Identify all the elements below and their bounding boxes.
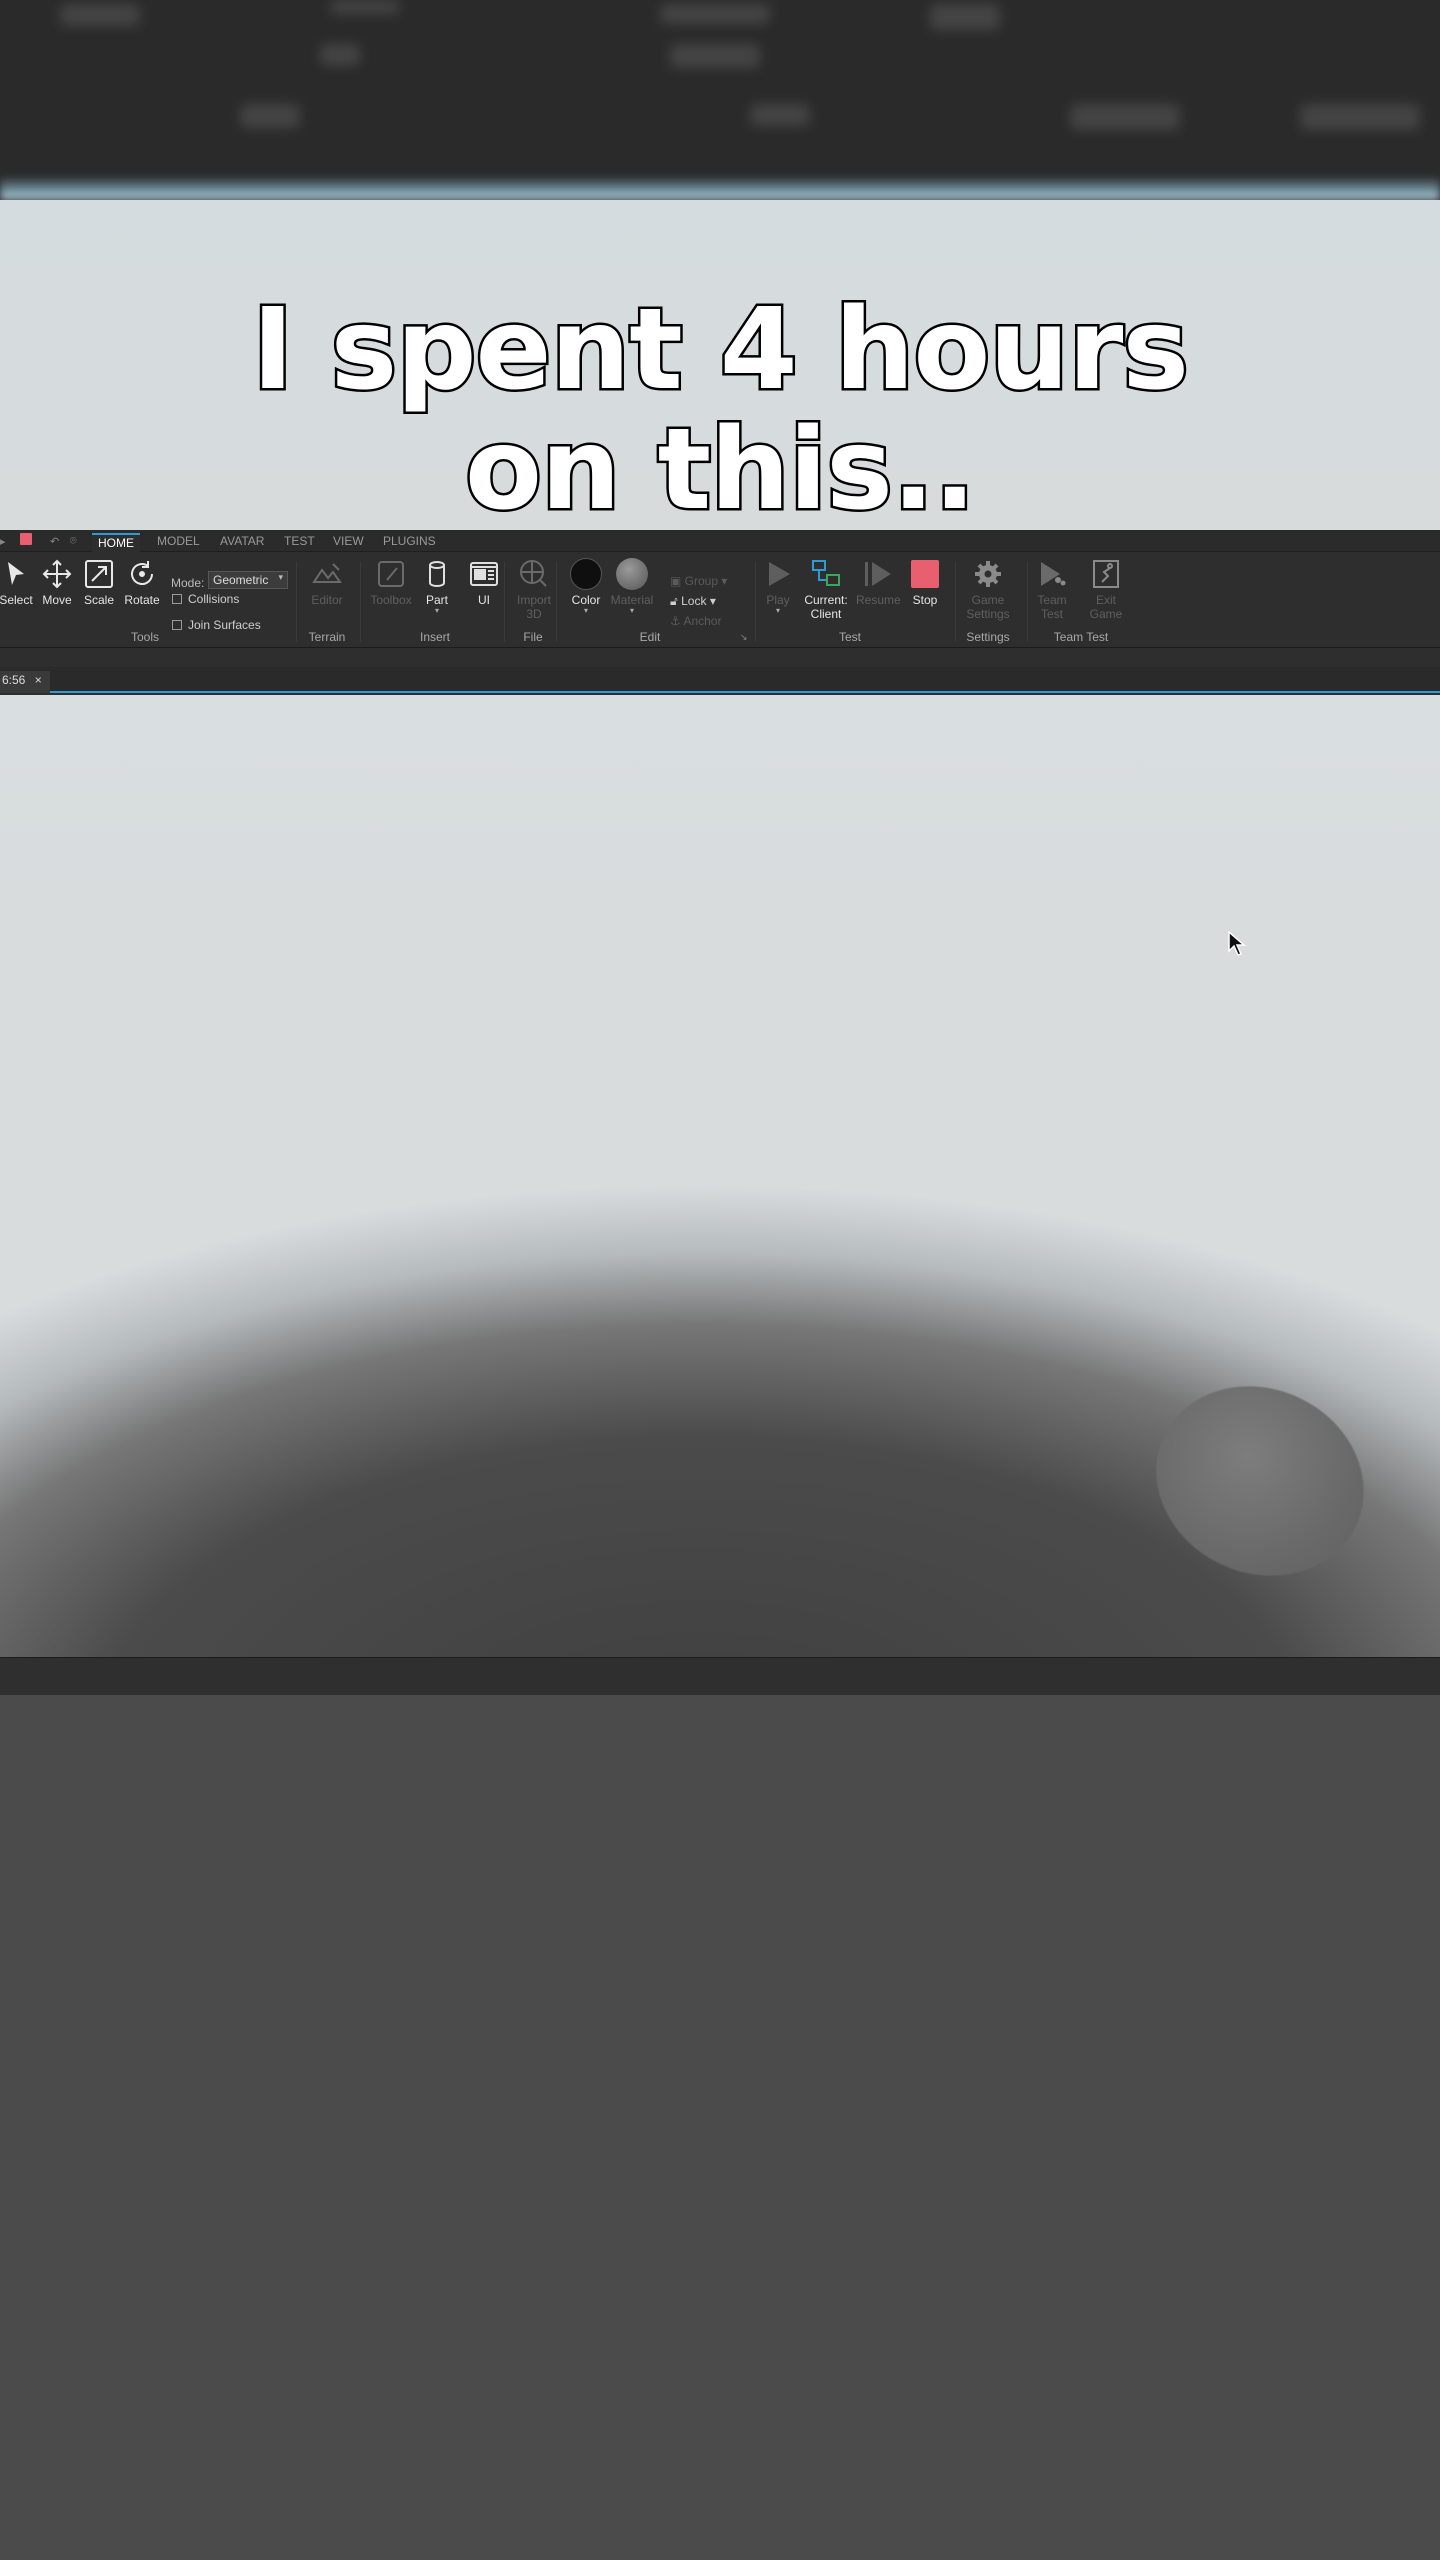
move-tool-button[interactable]: Move — [35, 558, 79, 607]
ui-button[interactable]: UI — [462, 558, 506, 607]
part-icon — [429, 561, 445, 587]
lower-background — [0, 1695, 1440, 2560]
collisions-checkbox[interactable]: Collisions — [172, 592, 239, 606]
anchor-icon: ⚓︎ — [670, 614, 684, 628]
stop-icon — [911, 560, 939, 588]
tab-plugins[interactable]: PLUGINS — [377, 533, 442, 552]
import-3d-icon — [520, 560, 547, 587]
toolbox-button[interactable]: Toolbox — [369, 558, 413, 607]
caption-band: I spent 4 hours on this.. — [0, 200, 1440, 535]
divider — [1027, 562, 1028, 642]
expand-icon[interactable]: ↘ — [740, 632, 748, 643]
caption-line-2: on this.. — [462, 405, 978, 535]
game-settings-button[interactable]: Game Settings — [966, 558, 1010, 621]
play-button[interactable]: Play ▾ — [756, 558, 800, 615]
chevron-down-icon: ▾ — [629, 606, 634, 615]
group-button[interactable]: ▣ Group ▾ — [670, 574, 727, 588]
lock-icon: 🔓︎ — [670, 594, 682, 608]
video-caption: I spent 4 hours on this.. — [0, 285, 1440, 535]
settings-group-label: Settings — [966, 630, 1010, 644]
edit-group-label: Edit — [639, 630, 661, 644]
play-small-icon[interactable]: ▸ — [0, 535, 6, 548]
3d-viewport[interactable] — [0, 695, 1440, 1657]
insert-group-label: Insert — [419, 630, 450, 644]
chevron-down-icon: ▾ — [434, 606, 439, 615]
material-button[interactable]: Material ▾ — [610, 558, 654, 615]
select-tool-button[interactable]: Select — [0, 558, 38, 607]
team-test-button[interactable]: Team Test — [1030, 558, 1074, 621]
cursor-arrow-icon — [8, 562, 24, 585]
part-button[interactable]: Part ▾ — [415, 558, 459, 615]
scale-tool-button[interactable]: Scale — [77, 558, 121, 607]
tab-test[interactable]: TEST — [278, 533, 321, 552]
current-client-button[interactable]: Current: Client — [803, 558, 849, 621]
caption-line-1: I spent 4 hours — [250, 285, 1192, 415]
resume-button[interactable]: Resume — [856, 558, 901, 607]
rotate-tool-button[interactable]: Rotate — [120, 558, 164, 607]
blurred-background-header — [0, 0, 1440, 200]
move-icon — [42, 559, 72, 589]
undo-icon[interactable]: ↶ — [50, 535, 59, 548]
material-icon — [616, 558, 648, 590]
document-tab[interactable]: 6:56 × — [0, 671, 50, 693]
ribbon-tab-bar: ▸ ↶ ⌾ HOME MODEL AVATAR TEST VIEW PLUGIN… — [0, 530, 1440, 552]
tab-avatar[interactable]: AVATAR — [214, 533, 270, 552]
scale-icon — [85, 560, 113, 588]
anchor-button[interactable]: ⚓︎ Anchor — [670, 614, 721, 628]
checkbox-icon — [172, 594, 182, 604]
team-test-icon — [1041, 562, 1066, 586]
tab-view[interactable]: VIEW — [327, 533, 370, 552]
team-test-group-label: Team Test — [1053, 630, 1109, 644]
checkbox-icon — [172, 620, 182, 630]
ribbon-toolbar: Select Move Scale Rotate Mode: Geometric… — [0, 552, 1440, 648]
test-group-label: Test — [838, 630, 861, 644]
tools-group-label: Tools — [130, 630, 159, 644]
stop-button[interactable]: Stop — [903, 558, 947, 607]
group-icon: ▣ — [670, 574, 685, 588]
chevron-down-icon: ▾ — [583, 606, 588, 615]
mouse-pointer-icon — [1228, 931, 1246, 956]
terrain-editor-icon — [312, 563, 342, 583]
tab-home[interactable]: HOME — [92, 533, 140, 552]
toolbox-icon — [378, 561, 404, 587]
redo-icon[interactable]: ⌾ — [70, 535, 77, 548]
divider — [360, 562, 361, 642]
play-icon — [769, 562, 790, 586]
close-icon[interactable]: × — [35, 673, 42, 687]
exit-game-icon — [1093, 560, 1119, 588]
mode-dropdown[interactable]: Geometric ▾ — [208, 571, 288, 589]
color-icon — [570, 558, 602, 590]
studio-window: ▸ ↶ ⌾ HOME MODEL AVATAR TEST VIEW PLUGIN… — [0, 530, 1440, 1695]
document-tab-bar: 6:56 × — [0, 667, 1440, 693]
divider — [955, 562, 956, 642]
tab-model[interactable]: MODEL — [151, 533, 206, 552]
resume-icon — [865, 562, 891, 586]
status-bar — [0, 1657, 1440, 1695]
lock-button[interactable]: 🔓︎ Lock ▾ — [670, 594, 716, 609]
import-3d-button[interactable]: Import 3D — [512, 558, 556, 621]
ui-icon — [470, 562, 498, 586]
terrain-editor-button[interactable]: Editor — [305, 558, 349, 607]
gear-icon — [975, 561, 1001, 587]
exit-game-button[interactable]: Exit Game — [1084, 558, 1128, 621]
file-group-label: File — [523, 630, 543, 644]
color-button[interactable]: Color ▾ — [564, 558, 608, 615]
mode-label: Mode: — [171, 576, 205, 590]
divider — [296, 562, 297, 642]
terrain-group-label: Terrain — [308, 630, 346, 644]
divider — [504, 562, 505, 642]
divider — [556, 562, 557, 642]
chevron-down-icon: ▾ — [278, 572, 283, 582]
rotate-icon — [131, 561, 153, 585]
stop-small-icon[interactable] — [20, 533, 32, 545]
join-surfaces-checkbox[interactable]: Join Surfaces — [172, 618, 261, 632]
moon — [1125, 1352, 1395, 1610]
current-client-icon — [812, 560, 840, 586]
chevron-down-icon: ▾ — [775, 606, 780, 615]
